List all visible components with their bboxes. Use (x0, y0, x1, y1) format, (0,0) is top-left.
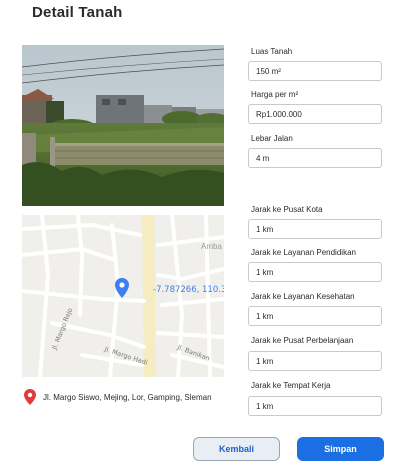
map-coordinates: -7.787266, 110.321874 (153, 285, 224, 295)
page-title: Detail Tanah (32, 4, 123, 21)
address-text: Jl. Margo Siswo, Mejing, Lor, Gamping, S… (43, 392, 212, 402)
jarak-tempat-kerja-label: Jarak ke Tempat Kerja (251, 381, 331, 390)
location-pin-icon[interactable] (115, 278, 129, 298)
jarak-pusat-perbelanjaan-label: Jarak ke Pusat Perbelanjaan (251, 336, 354, 345)
luas-tanah-field[interactable]: 150 m² (248, 61, 382, 81)
harga-per-m2-label: Harga per m² (251, 90, 299, 99)
jarak-layanan-pendidikan-label: Jarak ke Layanan Pendidikan (251, 248, 356, 257)
jarak-pusat-kota-label: Jarak ke Pusat Kota (251, 205, 323, 214)
harga-per-m2-field[interactable]: Rp1.000.000 (248, 104, 382, 124)
lebar-jalan-label: Lebar Jalan (251, 134, 293, 143)
address-row: Jl. Margo Siswo, Mejing, Lor, Gamping, S… (24, 389, 224, 405)
map-place-label: Amba (201, 242, 222, 251)
jarak-tempat-kerja-field[interactable]: 1 km (248, 396, 382, 416)
jarak-pusat-perbelanjaan-field[interactable]: 1 km (248, 351, 382, 371)
location-pin-icon (24, 389, 36, 405)
jarak-layanan-kesehatan-label: Jarak ke Layanan Kesehatan (251, 292, 355, 301)
back-button[interactable]: Kembali (193, 437, 280, 461)
jarak-pusat-kota-field[interactable]: 1 km (248, 219, 382, 239)
lebar-jalan-field[interactable]: 4 m (248, 148, 382, 168)
jarak-layanan-kesehatan-field[interactable]: 1 km (248, 306, 382, 326)
jarak-layanan-pendidikan-field[interactable]: 1 km (248, 262, 382, 282)
luas-tanah-label: Luas Tanah (251, 47, 293, 56)
save-button[interactable]: Simpan (297, 437, 384, 461)
location-map[interactable]: Jl. Margo Rejo Jl. Margo Hadi Jl. Banika… (22, 215, 224, 377)
land-photo (22, 45, 224, 206)
